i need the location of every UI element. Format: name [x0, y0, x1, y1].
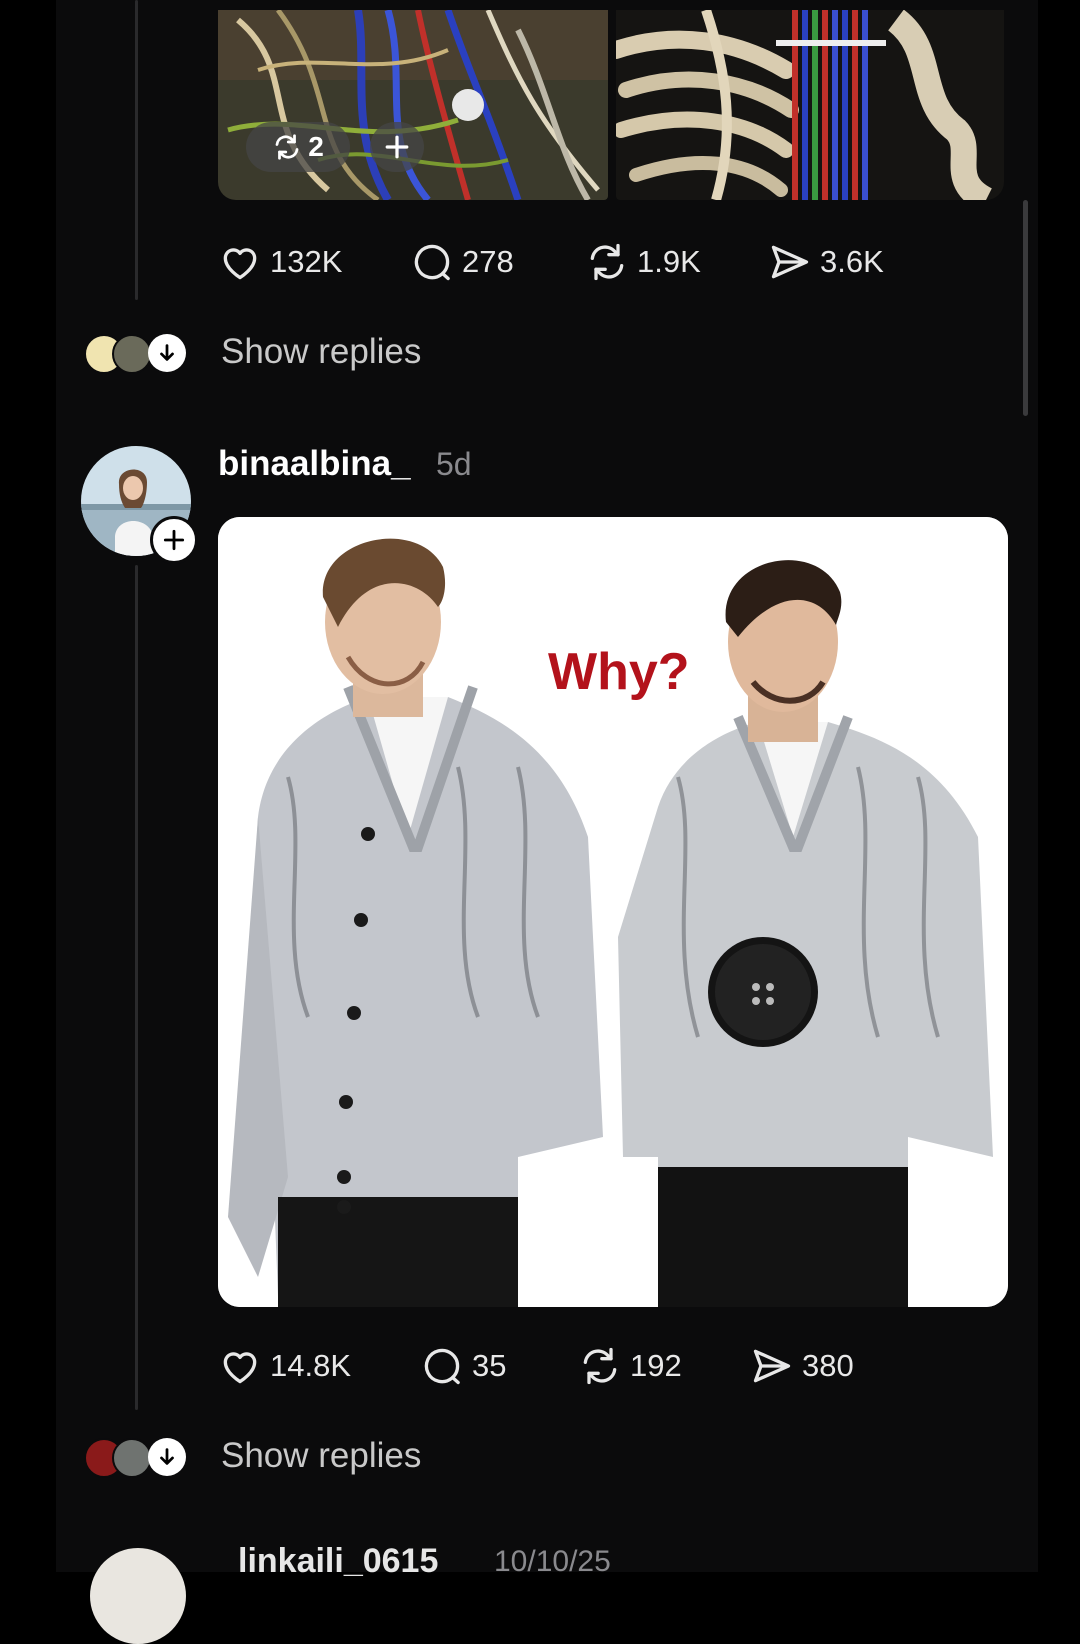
- expand-replies-button[interactable]: [148, 334, 186, 372]
- replier-avatar: [112, 334, 152, 374]
- arrow-down-icon: [160, 1448, 174, 1465]
- comment-bubble-icon: [414, 244, 450, 281]
- like-count: 14.8K: [270, 1348, 352, 1383]
- comment-count: 278: [462, 244, 514, 279]
- anatomy-skeleton-illustration: [616, 10, 1004, 200]
- repost-icon: [583, 1347, 617, 1385]
- share-count: 3.6K: [820, 244, 884, 279]
- post-image[interactable]: Why?: [218, 517, 1008, 1307]
- follow-button[interactable]: [150, 516, 198, 564]
- share-button[interactable]: 380: [750, 1344, 854, 1388]
- heart-icon: [223, 248, 257, 280]
- like-count: 132K: [270, 244, 343, 279]
- show-replies-link[interactable]: Show replies: [221, 1436, 421, 1476]
- comment-count: 35: [472, 1348, 507, 1383]
- repost-icon: [590, 243, 624, 281]
- cardigan-comparison-illustration: [218, 517, 1008, 1307]
- heart-icon: [223, 1352, 257, 1384]
- send-icon: [753, 1349, 791, 1383]
- share-count: 380: [802, 1348, 854, 1383]
- repost-button[interactable]: 1.9K: [585, 240, 701, 284]
- scrollbar[interactable]: [1023, 200, 1028, 416]
- comment-button[interactable]: 278: [410, 240, 514, 284]
- image-caption: Why?: [548, 643, 690, 701]
- post-timestamp: 10/10/25: [494, 1545, 611, 1578]
- thread-line-post: [135, 565, 138, 1410]
- repost-icon: [275, 134, 299, 160]
- post-username[interactable]: binaalbina_: [218, 444, 411, 484]
- repost-count: 192: [630, 1348, 682, 1383]
- like-button[interactable]: 132K: [218, 240, 342, 284]
- repost-count-badge[interactable]: 2: [246, 122, 350, 172]
- comment-bubble-icon: [424, 1348, 460, 1385]
- carousel-image-anatomy-nerves[interactable]: 2: [218, 10, 608, 200]
- repost-button[interactable]: 192: [578, 1344, 682, 1388]
- post-timestamp: 5d: [436, 446, 472, 482]
- carousel-image-anatomy-skeleton[interactable]: [616, 10, 1004, 200]
- send-icon: [771, 245, 809, 279]
- avatar[interactable]: [90, 1548, 186, 1644]
- thread-line-top: [135, 0, 138, 300]
- like-button[interactable]: 14.8K: [218, 1344, 351, 1388]
- arrow-down-icon: [160, 344, 174, 361]
- show-replies-link[interactable]: Show replies: [221, 332, 421, 372]
- post-username[interactable]: linkaili_0615: [238, 1542, 438, 1581]
- comment-button[interactable]: 35: [420, 1344, 506, 1388]
- share-button[interactable]: 3.6K: [768, 240, 884, 284]
- add-image-button[interactable]: [370, 122, 424, 172]
- expand-replies-button[interactable]: [148, 1438, 186, 1476]
- plus-icon: [163, 529, 185, 551]
- repost-count: 2: [308, 131, 324, 162]
- repost-count: 1.9K: [637, 244, 701, 279]
- plus-icon: [385, 135, 409, 159]
- replier-avatar: [112, 1438, 152, 1478]
